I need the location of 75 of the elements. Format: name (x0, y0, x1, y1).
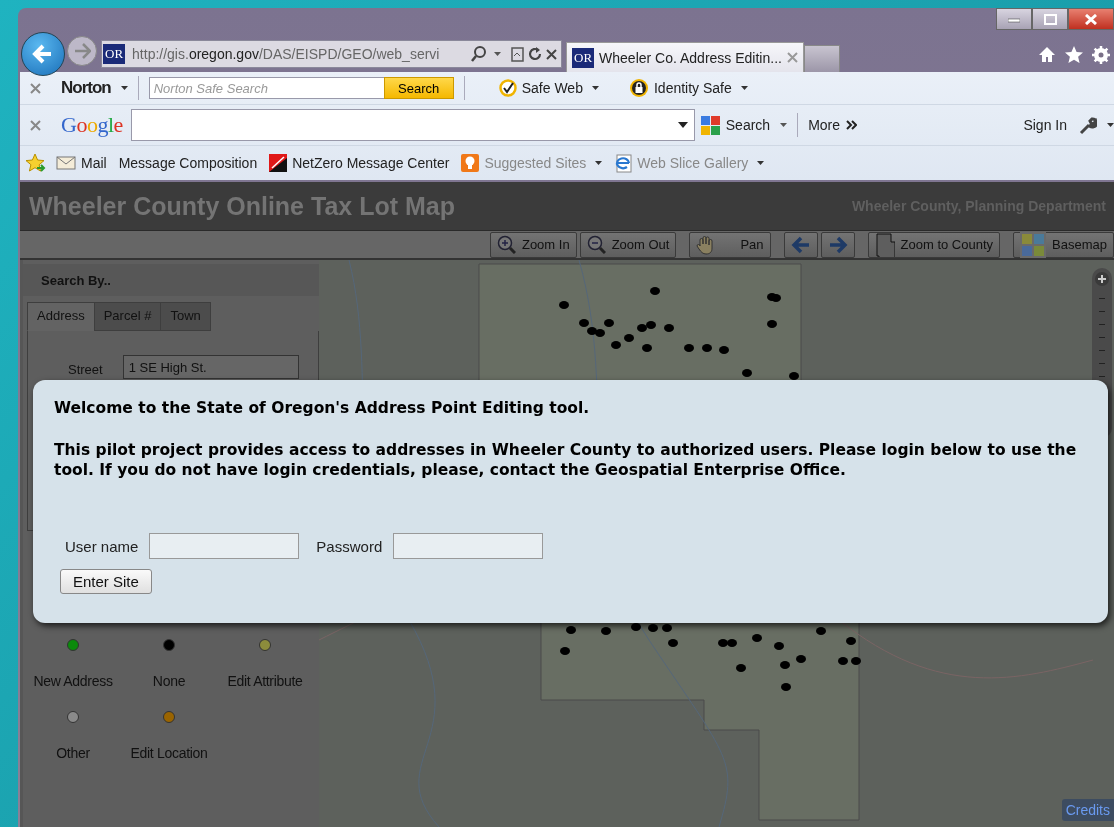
close-icon[interactable] (30, 119, 41, 131)
favorites-link[interactable]: Mail (81, 155, 107, 171)
app-title: Wheeler County Online Tax Lot Map (29, 191, 455, 221)
search-field[interactable] (130, 109, 695, 141)
caret-icon[interactable] (677, 122, 688, 128)
page-icon (614, 153, 633, 173)
minimize-icon (1008, 15, 1020, 23)
refresh-icon[interactable] (528, 47, 542, 61)
password-field[interactable] (393, 533, 544, 559)
settings-icon[interactable] (1092, 46, 1110, 64)
caret-icon[interactable] (780, 123, 788, 127)
search-button[interactable]: Search (383, 77, 454, 99)
zoom-in-icon[interactable] (1095, 272, 1109, 286)
dialog-heading: Welcome to the State of Oregon's Address Point Editing tool. (54, 398, 591, 418)
sign-in-link[interactable]: Sign In (1023, 117, 1067, 133)
checkmark-icon (498, 79, 517, 97)
dialog-message: This pilot project provides access to addresses in Wheeler County to authorized users. Please login below to use the tool. If you do not have login credentials, please, contact the Geospatial Enterprise Office. (54, 440, 1078, 480)
lightbulb-icon (461, 154, 480, 172)
more-button[interactable]: More (808, 117, 841, 133)
panel-title: Search By.. (23, 264, 319, 296)
toolbar-menu[interactable]: Identity Safe (653, 80, 732, 96)
tab-title: Wheeler Co. Address Editin... (599, 49, 782, 66)
search-field[interactable]: Norton Safe Search (148, 77, 385, 99)
username-field[interactable] (149, 533, 300, 559)
forward-button[interactable] (820, 231, 855, 258)
zoom-in-icon (496, 235, 516, 254)
maximize-button[interactable] (1032, 8, 1068, 30)
caret-icon[interactable] (1107, 123, 1114, 127)
field-label: Password (316, 537, 383, 555)
home-icon[interactable] (1038, 46, 1056, 63)
caret-icon[interactable] (120, 86, 128, 90)
star-icon[interactable] (1065, 46, 1083, 63)
close-icon (1085, 13, 1097, 25)
caret-icon[interactable] (740, 86, 748, 90)
caret-icon[interactable] (591, 86, 599, 90)
chevrons-icon[interactable] (846, 120, 858, 130)
search-button[interactable]: Search (725, 117, 771, 133)
legend-label: Other (56, 745, 90, 761)
close-button[interactable] (1068, 8, 1114, 30)
field-label: User name (65, 537, 139, 555)
norton-menu[interactable]: Norton (61, 78, 111, 98)
search-icon[interactable] (700, 115, 720, 135)
hand-icon (696, 234, 715, 255)
legend-label: None (152, 673, 186, 689)
address-bar[interactable]: OR http://gis.oregon.gov/DAS/EISPD/GEO/web_servi (101, 40, 562, 68)
close-icon[interactable] (30, 82, 41, 94)
field-label: Street (68, 362, 103, 377)
envelope-icon (56, 156, 76, 170)
arrow-icon (32, 43, 54, 65)
legend-label: Edit Location (130, 745, 208, 761)
lock-icon (628, 78, 649, 98)
stop-icon[interactable] (546, 48, 557, 60)
enter-site-button[interactable]: Enter Site (60, 569, 152, 594)
page-icon[interactable] (511, 46, 524, 62)
arrow-icon (73, 43, 91, 59)
left-arrow-icon (790, 235, 811, 254)
toolbar-menu[interactable]: Safe Web (521, 80, 583, 96)
site-favicon: OR (572, 47, 595, 68)
legend-label: Edit Attribute (227, 673, 303, 689)
minimize-button[interactable] (996, 8, 1032, 30)
favorites-link[interactable]: NetZero Message Center (292, 155, 450, 171)
right-arrow-icon (827, 235, 848, 254)
netzero-icon (269, 154, 288, 172)
legend-label: New Address (33, 673, 113, 689)
back-button[interactable] (21, 32, 65, 76)
favorites-star-icon[interactable] (25, 153, 46, 173)
site-favicon: OR (103, 44, 126, 64)
browser-tab[interactable]: OR Wheeler Co. Address Editin... (566, 42, 804, 72)
favorites-link[interactable]: Message Composition (118, 155, 258, 171)
zoom-out-icon (586, 235, 606, 254)
search-icon[interactable] (471, 46, 486, 62)
maximize-icon (1043, 13, 1057, 25)
url-text: http://gis.oregon.gov/DAS/EISPD/GEO/web_servi (131, 46, 441, 62)
google-logo: Google (61, 112, 123, 138)
wrench-icon[interactable] (1077, 115, 1097, 135)
